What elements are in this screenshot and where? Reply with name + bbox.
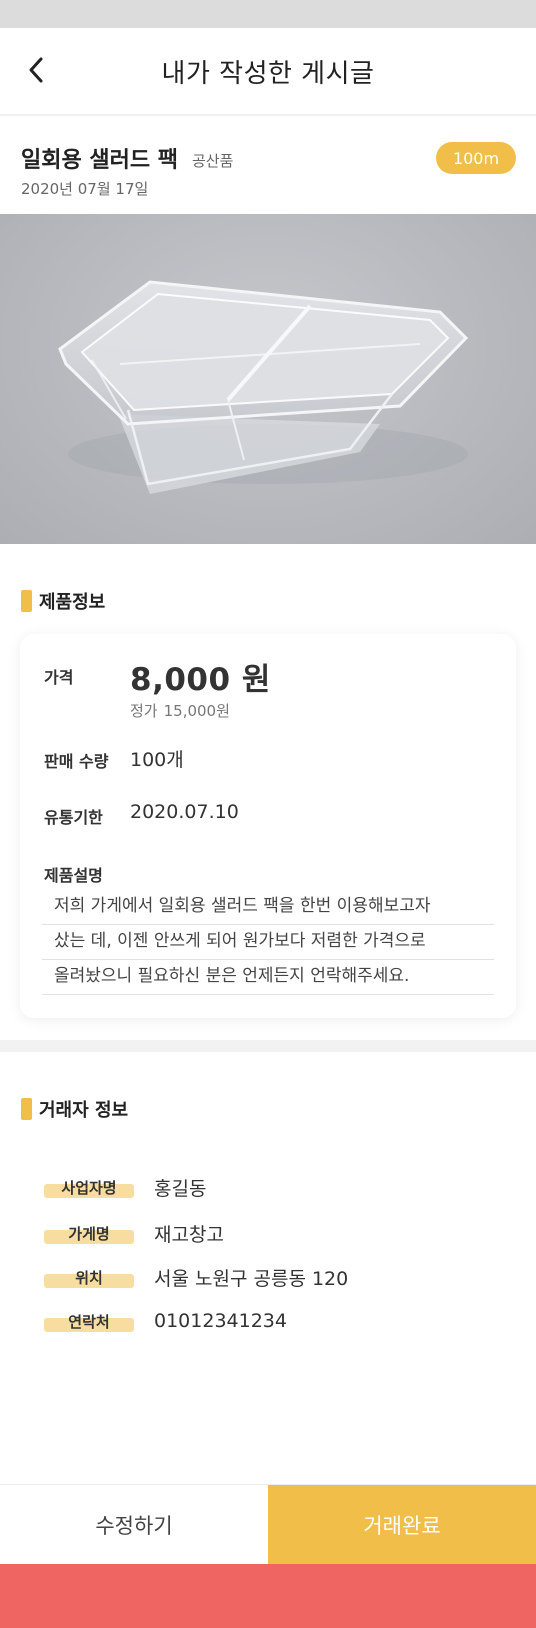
description-label: 제품설명 [44, 866, 103, 885]
app-header: 내가 작성한 게시글 [0, 28, 536, 116]
trader-value: 재고창고 [154, 1223, 224, 1246]
expiry-value: 2020.07.10 [130, 801, 239, 823]
original-price: 정가 15,000원 [130, 700, 230, 721]
original-price-label: 정가 [130, 702, 158, 720]
post-date: 2020년 07월 17일 [21, 180, 149, 198]
post-category: 공산품 [192, 152, 234, 170]
bottom-nav-strip [0, 1564, 536, 1628]
quantity-label: 판매 수량 [44, 752, 109, 771]
trader-value: 서울 노원구 공릉동 120 [154, 1267, 349, 1290]
price-value: 8,000 원 [130, 662, 271, 698]
post-title: 일회용 샐러드 팩 [21, 148, 178, 173]
trader-label: 위치 [44, 1265, 134, 1289]
page-title: 내가 작성한 게시글 [161, 58, 375, 89]
trader-row-contact: 연락처 01012341234 [44, 1309, 287, 1333]
trader-label: 사업자명 [44, 1175, 134, 1199]
quantity-value: 100개 [130, 749, 184, 771]
complete-trade-button[interactable]: 거래완료 [268, 1485, 536, 1565]
price-label: 가격 [44, 668, 74, 687]
product-info-title-text: 제품정보 [39, 592, 106, 613]
edit-button[interactable]: 수정하기 [0, 1485, 268, 1565]
trader-label: 가게명 [44, 1221, 134, 1245]
post-header: 일회용 샐러드 팩 공산품 2020년 07월 17일 100m [0, 118, 536, 212]
product-info-title: 제품정보 [21, 588, 105, 614]
salad-pack-illustration [58, 280, 469, 494]
trader-row-business-name: 사업자명 홍길동 [44, 1175, 207, 1200]
chevron-left-icon [29, 57, 43, 83]
trader-value[interactable]: 01012341234 [154, 1310, 287, 1332]
section-marker [21, 590, 32, 612]
trader-info-title: 거래자 정보 [21, 1096, 128, 1122]
description-line: 저희 가게에서 일회용 샐러드 팩을 한번 이용해보고자 [42, 890, 494, 925]
back-button[interactable] [14, 48, 58, 92]
expiry-label: 유통기한 [44, 808, 103, 827]
trader-value: 홍길동 [154, 1177, 207, 1200]
product-info-card: 가격 8,000 원 정가 15,000원 판매 수량 100개 유통기한 202… [20, 634, 516, 1018]
section-divider [0, 1040, 536, 1052]
status-bar [0, 0, 536, 28]
distance-badge: 100m [436, 142, 516, 174]
trader-info-title-text: 거래자 정보 [39, 1100, 129, 1121]
description-line: 샀는 데, 이젠 안쓰게 되어 원가보다 저렴한 가격으로 [42, 925, 494, 960]
product-image[interactable] [0, 214, 536, 544]
original-price-value: 15,000원 [163, 702, 230, 720]
description-line: 올려놨으니 필요하신 분은 언제든지 언락해주세요. [42, 960, 494, 995]
trader-label: 연락처 [44, 1309, 134, 1333]
section-marker [21, 1098, 32, 1120]
trader-row-location: 위치 서울 노원구 공릉동 120 [44, 1265, 349, 1290]
trader-row-store-name: 가게명 재고창고 [44, 1221, 224, 1246]
action-bar: 수정하기 거래완료 [0, 1484, 536, 1565]
